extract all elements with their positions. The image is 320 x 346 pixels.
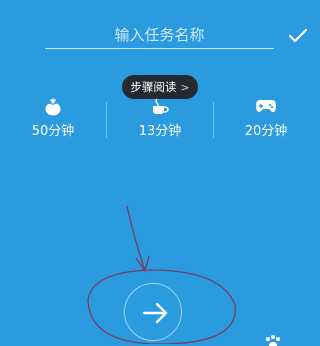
annotation-circle bbox=[87, 269, 236, 344]
paw-icon bbox=[266, 335, 280, 346]
